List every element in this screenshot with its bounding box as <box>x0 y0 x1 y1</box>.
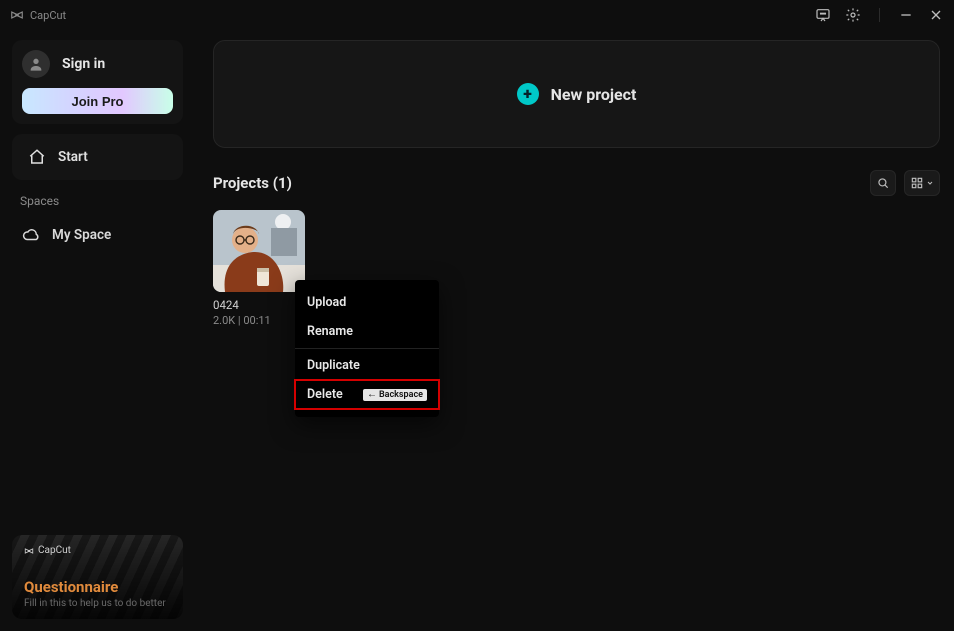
settings-icon[interactable] <box>845 7 861 23</box>
project-meta: 2.0K | 00:11 <box>213 314 305 327</box>
promo-card[interactable]: CapCut Questionnaire Fill in this to hel… <box>12 535 183 619</box>
view-layout-button[interactable] <box>904 170 940 196</box>
keyboard-shortcut: ← Backspace <box>363 389 427 401</box>
projects-header: Projects (1) <box>213 170 940 196</box>
sidebar: Sign in Join Pro Start Spaces My Space <box>0 30 195 631</box>
cloud-icon <box>22 226 40 244</box>
feedback-icon[interactable] <box>815 7 831 23</box>
search-icon <box>876 176 890 190</box>
app-brand: CapCut <box>10 8 66 22</box>
ctx-rename[interactable]: Rename <box>295 317 439 346</box>
sign-in-button[interactable]: Sign in <box>22 50 173 78</box>
sidebar-item-my-space[interactable]: My Space <box>12 218 183 252</box>
projects-heading: Projects (1) <box>213 174 292 192</box>
titlebar-actions <box>815 7 944 23</box>
new-project-label: New project <box>551 85 637 104</box>
app-name: CapCut <box>30 9 66 22</box>
ctx-label: Duplicate <box>307 358 360 373</box>
ctx-upload[interactable]: Upload <box>295 288 439 317</box>
capcut-logo-icon <box>24 546 34 556</box>
project-size: 2.0K <box>213 314 235 327</box>
sidebar-item-label: Start <box>58 149 88 165</box>
grid-icon <box>910 176 924 190</box>
account-card: Sign in Join Pro <box>12 40 183 124</box>
titlebar: CapCut <box>0 0 954 30</box>
project-name: 0424 <box>213 298 305 312</box>
backspace-arrow-icon: ← <box>367 390 377 400</box>
main-area: + New project Projects (1) <box>195 30 954 631</box>
ctx-label: Delete <box>307 387 343 402</box>
sidebar-item-label: My Space <box>52 227 111 243</box>
ctx-duplicate[interactable]: Duplicate <box>295 351 439 380</box>
promo-subtitle: Fill in this to help us to do better <box>24 598 171 609</box>
context-menu: Upload Rename Duplicate Delete ← Backspa… <box>295 280 439 417</box>
ctx-label: Upload <box>307 295 346 310</box>
titlebar-separator <box>879 8 880 22</box>
search-button[interactable] <box>870 170 896 196</box>
capcut-logo-icon <box>10 8 24 22</box>
promo-brand: CapCut <box>24 545 171 556</box>
ctx-delete[interactable]: Delete ← Backspace <box>295 380 439 409</box>
shortcut-text: Backspace <box>379 390 423 400</box>
project-tile[interactable]: 0424 2.0K | 00:11 <box>213 210 305 327</box>
project-thumbnail <box>213 210 305 292</box>
promo-brand-text: CapCut <box>38 545 71 556</box>
promo-title: Questionnaire <box>24 578 171 596</box>
sign-in-label: Sign in <box>62 56 105 72</box>
home-icon <box>28 148 46 166</box>
new-project-banner[interactable]: + New project <box>213 40 940 148</box>
chevron-down-icon <box>926 179 934 187</box>
join-pro-button[interactable]: Join Pro <box>22 88 173 114</box>
window-close-button[interactable] <box>928 7 944 23</box>
window-minimize-button[interactable] <box>898 7 914 23</box>
sidebar-item-start[interactable]: Start <box>16 138 179 176</box>
ctx-separator <box>295 348 439 349</box>
sidebar-section-spaces: Spaces <box>12 190 183 208</box>
plus-icon: + <box>517 83 539 105</box>
avatar-placeholder-icon <box>22 50 50 78</box>
project-duration: 00:11 <box>243 314 270 327</box>
nav-start-card: Start <box>12 134 183 180</box>
ctx-label: Rename <box>307 324 353 339</box>
